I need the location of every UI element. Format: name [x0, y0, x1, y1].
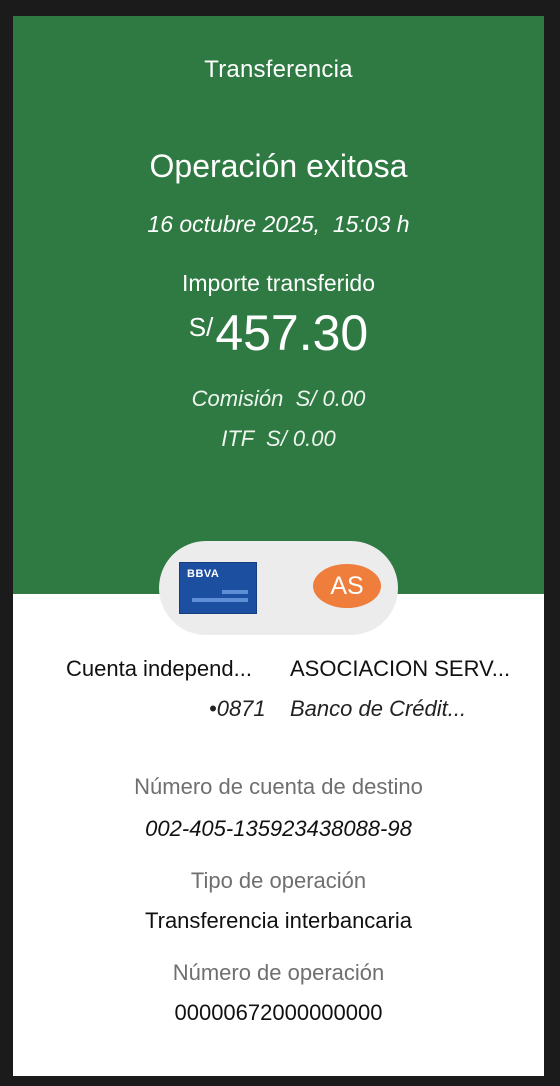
operation-type-label: Tipo de operación: [190, 868, 367, 893]
transfer-parties-pill: BBVA AS: [159, 541, 398, 635]
recipient-avatar: AS: [313, 564, 381, 608]
origin-account-digits: •0871: [209, 696, 266, 721]
screen-title: Transferencia: [204, 56, 353, 83]
dest-account-label: Número de cuenta de destino: [134, 774, 423, 799]
amount-value: 457.30: [215, 305, 369, 361]
card-stripe: [192, 598, 248, 602]
dest-account-value: 002-405-135923438088-98: [145, 816, 412, 841]
card-stripe: [222, 590, 248, 594]
operation-number-value: 00000672000000000: [174, 1000, 383, 1025]
operation-datetime: 16 octubre 2025, 15:03 h: [147, 211, 410, 237]
recipient-bank: Banco de Crédit...: [290, 696, 467, 721]
currency-symbol: S/: [188, 312, 214, 342]
bank-logo-text: BBVA: [187, 568, 220, 580]
success-header: Transferencia Operación exitosa 16 octub…: [13, 16, 544, 594]
operation-type-value: Transferencia interbancaria: [145, 908, 412, 933]
amount-display: S/ 457.30: [13, 306, 544, 361]
itf-text: ITF S/ 0.00: [221, 426, 336, 451]
recipient-name: ASOCIACION SERV...: [290, 656, 511, 681]
origin-account-name: Cuenta independ...: [66, 656, 252, 681]
commission-text: Comisión S/ 0.00: [191, 386, 366, 411]
bbva-card-icon: BBVA: [179, 562, 257, 614]
amount-label: Importe transferido: [181, 270, 376, 296]
receipt-screen: Transferencia Operación exitosa 16 octub…: [13, 16, 544, 1076]
operation-number-label: Número de operación: [172, 960, 385, 985]
status-title: Operación exitosa: [149, 148, 408, 184]
